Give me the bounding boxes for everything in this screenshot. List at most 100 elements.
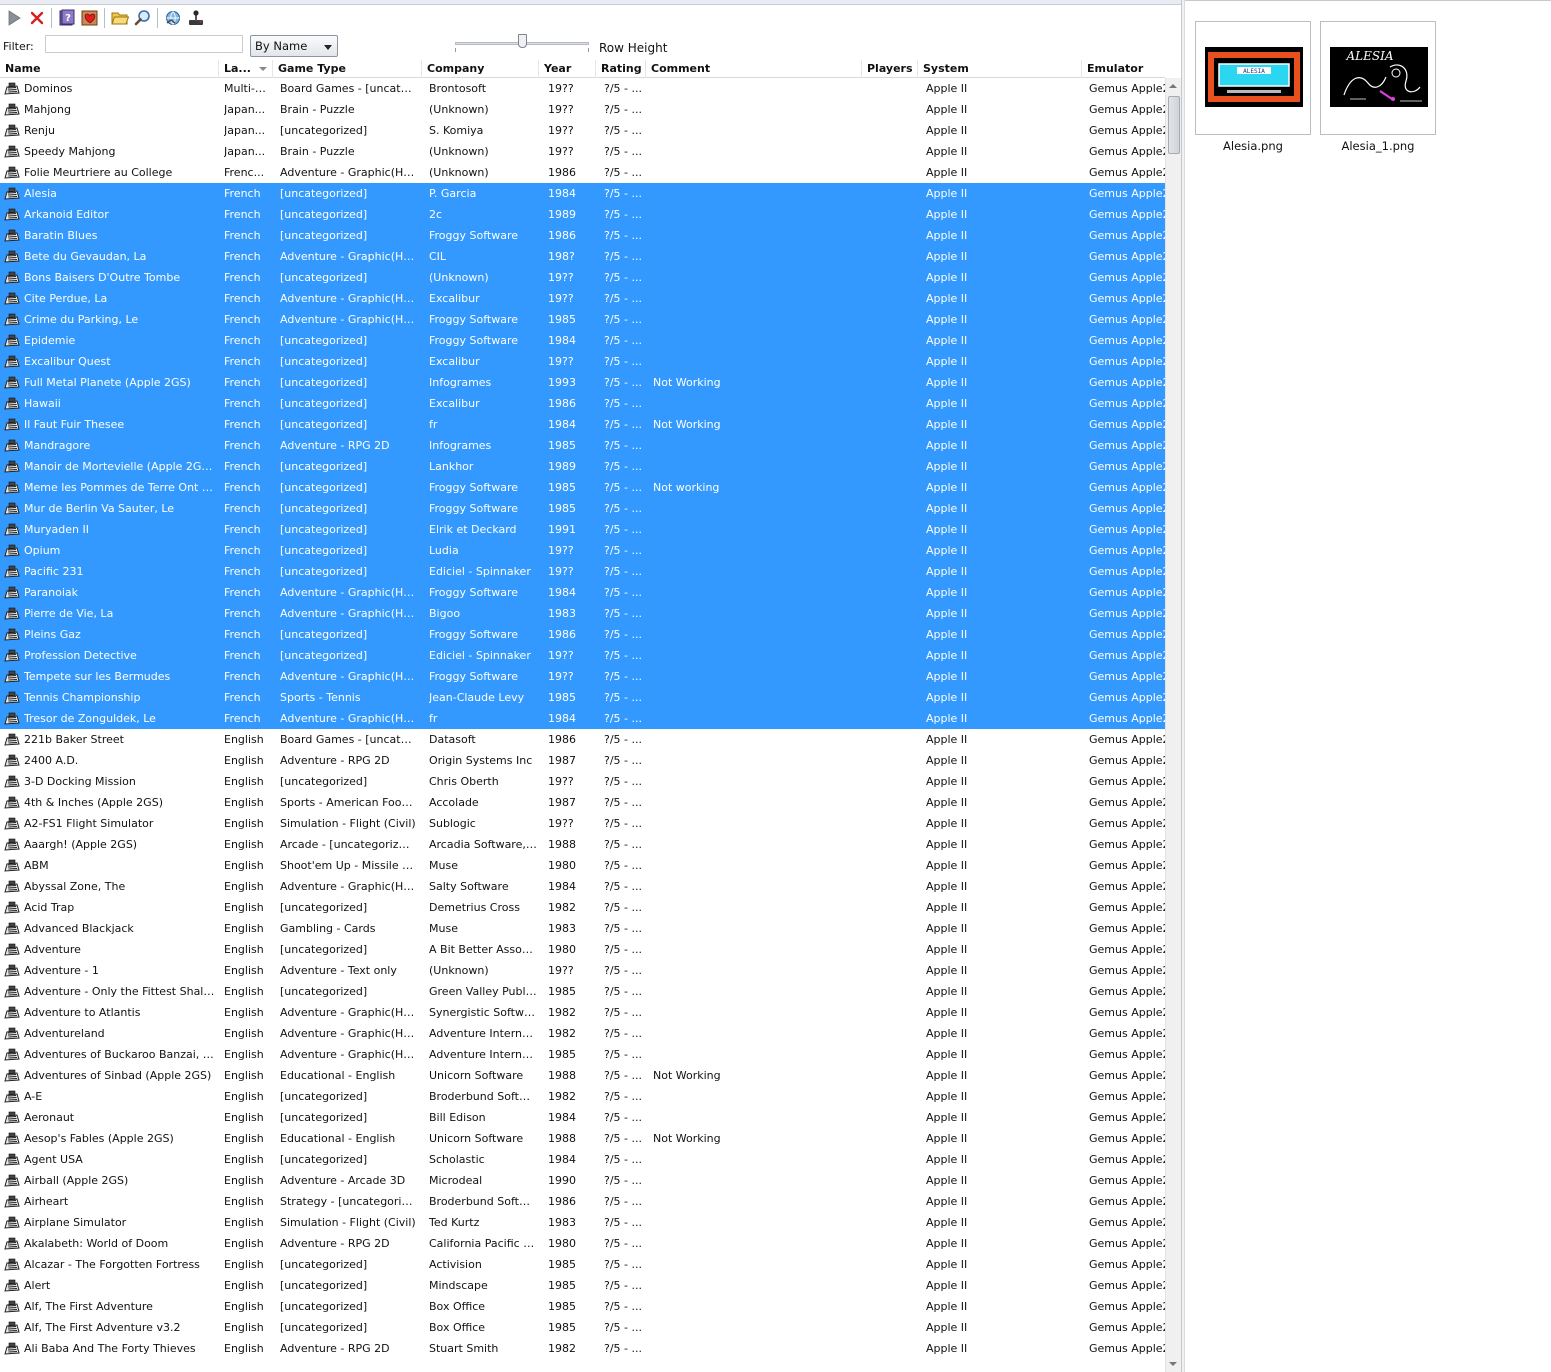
table-row[interactable]: Pierre de Vie, La French Adventure - Graph… (0, 603, 1165, 624)
table-row[interactable]: Airball (Apple 2GS) English Adventure - Ar… (0, 1170, 1165, 1191)
table-row[interactable]: 4th & Inches (Apple 2GS) English Sports - … (0, 792, 1165, 813)
table-row[interactable]: Advanced Blackjack English Gambling - Card… (0, 918, 1165, 939)
table-row[interactable]: Alert English [uncategorized] Mindscape 1985… (0, 1275, 1165, 1296)
cell-year: 19?? (548, 145, 574, 158)
slider-thumb[interactable] (518, 34, 527, 48)
table-row[interactable]: Adventure to Atlantis English Adventure - … (0, 1002, 1165, 1023)
table-row[interactable]: Bons Baisers D'Outre Tombe French [uncateg… (0, 267, 1165, 288)
scroll-down-icon[interactable] (1169, 1362, 1177, 1366)
open-folder-button[interactable] (108, 6, 131, 30)
table-row[interactable]: Airplane Simulator English Simulation - Fl… (0, 1212, 1165, 1233)
table-row[interactable]: Bete du Gevaudan, La French Adventure - Gr… (0, 246, 1165, 267)
remove-button[interactable] (25, 6, 48, 30)
cell-comment (653, 288, 858, 309)
table-row[interactable]: Adventure English [uncategorized] A Bit Bet… (0, 939, 1165, 960)
cell-game-type: Adventure - Graphic(Hi-R... (280, 607, 416, 620)
cell-players (868, 120, 916, 141)
table-row[interactable]: Alf, The First Adventure English [uncatego… (0, 1296, 1165, 1317)
table-row[interactable]: Baratin Blues French [uncategorized] Froggy… (0, 225, 1165, 246)
favorite-button[interactable] (78, 6, 101, 30)
row-height-slider[interactable] (455, 34, 589, 54)
cell-year: 19?? (548, 103, 574, 116)
table-row[interactable]: Opium French [uncategorized] Ludia 19?? ?/5 -… (0, 540, 1165, 561)
column-header-rating[interactable]: Rating (596, 60, 646, 78)
table-row[interactable]: Adventure - 1 English Adventure - Text onl… (0, 960, 1165, 981)
table-row[interactable]: Meme les Pommes de Terre Ont des ... Fren… (0, 477, 1165, 498)
table-row[interactable]: Agent USA English [uncategorized] Scholasti… (0, 1149, 1165, 1170)
table-row[interactable]: Adventureland English Adventure - Graphic(… (0, 1023, 1165, 1044)
table-row[interactable]: Full Metal Planete (Apple 2GS) French [unc… (0, 372, 1165, 393)
scrollbar-thumb[interactable] (1168, 96, 1180, 154)
table-row[interactable]: Aaargh! (Apple 2GS) English Arcade - [unca… (0, 834, 1165, 855)
table-row[interactable]: Abyssal Zone, The English Adventure - Grap… (0, 876, 1165, 897)
scroll-up-icon[interactable] (1169, 84, 1177, 88)
cell-company: Muse (429, 922, 458, 935)
table-row[interactable]: Acid Trap English [uncategorized] Demetrius… (0, 897, 1165, 918)
screenshot-thumbnail[interactable]: ALESIA (1320, 21, 1436, 135)
table-row[interactable]: Ali Baba And The Forty Thieves English Adv… (0, 1338, 1165, 1359)
table-row[interactable]: Arkanoid Editor French [uncategorized] 2c 19… (0, 204, 1165, 225)
column-header-players[interactable]: Players (862, 60, 918, 78)
column-header-name[interactable]: Name (0, 60, 219, 78)
table-row[interactable]: Epidemie French [uncategorized] Froggy Soft… (0, 330, 1165, 351)
table-row[interactable]: A-E English [uncategorized] Broderbund Soft… (0, 1086, 1165, 1107)
table-row[interactable]: 2400 A.D. English Adventure - RPG 2D Origin… (0, 750, 1165, 771)
filter-input[interactable] (45, 35, 243, 53)
table-row[interactable]: Mandragore French Adventure - RPG 2D Infogr… (0, 435, 1165, 456)
network-button[interactable] (161, 6, 184, 30)
table-row[interactable]: Folie Meurtriere au College Frenc... Adven… (0, 162, 1165, 183)
table-row[interactable]: Cite Perdue, La French Adventure - Graphic… (0, 288, 1165, 309)
column-header-language[interactable]: La... (219, 60, 273, 78)
table-row[interactable]: Paranoiak French Adventure - Graphic(Hi-R.… (0, 582, 1165, 603)
table-row[interactable]: Mur de Berlin Va Sauter, Le French [uncate… (0, 498, 1165, 519)
table-row[interactable]: Adventures of Sinbad (Apple 2GS) English E… (0, 1065, 1165, 1086)
cell-emulator: Gemus Apple2M (1089, 523, 1165, 536)
table-row[interactable]: Excalibur Quest French [uncategorized] Exca… (0, 351, 1165, 372)
table-row[interactable]: Adventure - Only the Fittest Shall Su...… (0, 981, 1165, 1002)
table-row[interactable]: Akalabeth: World of Doom English Adventure… (0, 1233, 1165, 1254)
table-row[interactable]: A2-FS1 Flight Simulator English Simulation… (0, 813, 1165, 834)
table-row[interactable]: Alf, The First Adventure v3.2 English [unc… (0, 1317, 1165, 1338)
table-row[interactable]: Aesop's Fables (Apple 2GS) English Educati… (0, 1128, 1165, 1149)
sort-select[interactable]: By Name (250, 35, 338, 57)
table-row[interactable]: Alcazar - The Forgotten Fortress English [… (0, 1254, 1165, 1275)
table-row[interactable]: Pacific 231 French [uncategorized] Ediciel … (0, 561, 1165, 582)
table-row[interactable]: Renju Japan... [uncategorized] S. Komiya 19?… (0, 120, 1165, 141)
column-header-game-type[interactable]: Game Type (273, 60, 422, 78)
table-row[interactable]: Pleins Gaz French [uncategorized] Froggy So… (0, 624, 1165, 645)
table-row[interactable]: Tennis Championship French Sports - Tennis… (0, 687, 1165, 708)
column-header-year[interactable]: Year (539, 60, 596, 78)
table-row[interactable]: Alesia French [uncategorized] P. Garcia 1984… (0, 183, 1165, 204)
column-header-company[interactable]: Company (422, 60, 539, 78)
play-button[interactable] (2, 6, 25, 30)
table-row[interactable]: Adventures of Buckaroo Banzai, The Englis… (0, 1044, 1165, 1065)
table-row[interactable]: Muryaden II French [uncategorized] Elrik et… (0, 519, 1165, 540)
table-row[interactable]: Manoir de Mortevielle (Apple 2GS), Le Fre… (0, 456, 1165, 477)
table-row[interactable]: Tresor de Zonguldek, Le French Adventure -… (0, 708, 1165, 729)
table-row[interactable]: Il Faut Fuir Thesee French [uncategorized]… (0, 414, 1165, 435)
column-header-emulator[interactable]: Emulator (1082, 60, 1165, 78)
table-row[interactable]: 3-D Docking Mission English [uncategorized… (0, 771, 1165, 792)
table-row[interactable]: Speedy Mahjong Japan... Brain - Puzzle (Unk… (0, 141, 1165, 162)
column-header-comment[interactable]: Comment (646, 60, 862, 78)
table-row[interactable]: ABM English Shoot'em Up - Missile Com... Mu… (0, 855, 1165, 876)
table-row[interactable]: Hawaii French [uncategorized] Excalibur 1986… (0, 393, 1165, 414)
cell-game-type: Adventure - Graphic(Hi-R... (280, 1006, 416, 1019)
table-row[interactable]: Crime du Parking, Le French Adventure - Gr… (0, 309, 1165, 330)
table-row[interactable]: Aeronaut English [uncategorized] Bill Ediso… (0, 1107, 1165, 1128)
cell-emulator: Gemus Apple2M (1089, 586, 1165, 599)
table-row[interactable]: Dominos Multi-L... Board Games - [uncatego… (0, 78, 1165, 99)
cell-language: English (224, 1027, 264, 1040)
joystick-button[interactable] (184, 6, 207, 30)
table-row[interactable]: Tempete sur les Bermudes French Adventure … (0, 666, 1165, 687)
table-row[interactable]: 221b Baker Street English Board Games - [u… (0, 729, 1165, 750)
table-row[interactable]: Mahjong Japan... Brain - Puzzle (Unknown) 19… (0, 99, 1165, 120)
search-button[interactable] (131, 6, 154, 30)
column-header-system[interactable]: System (918, 60, 1082, 78)
table-row[interactable]: Airheart English Strategy - [uncategorized… (0, 1191, 1165, 1212)
table-row[interactable]: Profession Detective French [uncategorized… (0, 645, 1165, 666)
help-button[interactable]: ? (55, 6, 78, 30)
screenshot-thumbnail[interactable]: ALESIA (1195, 21, 1311, 135)
vertical-scrollbar[interactable] (1165, 78, 1181, 1372)
cell-system: Apple II (926, 817, 968, 830)
